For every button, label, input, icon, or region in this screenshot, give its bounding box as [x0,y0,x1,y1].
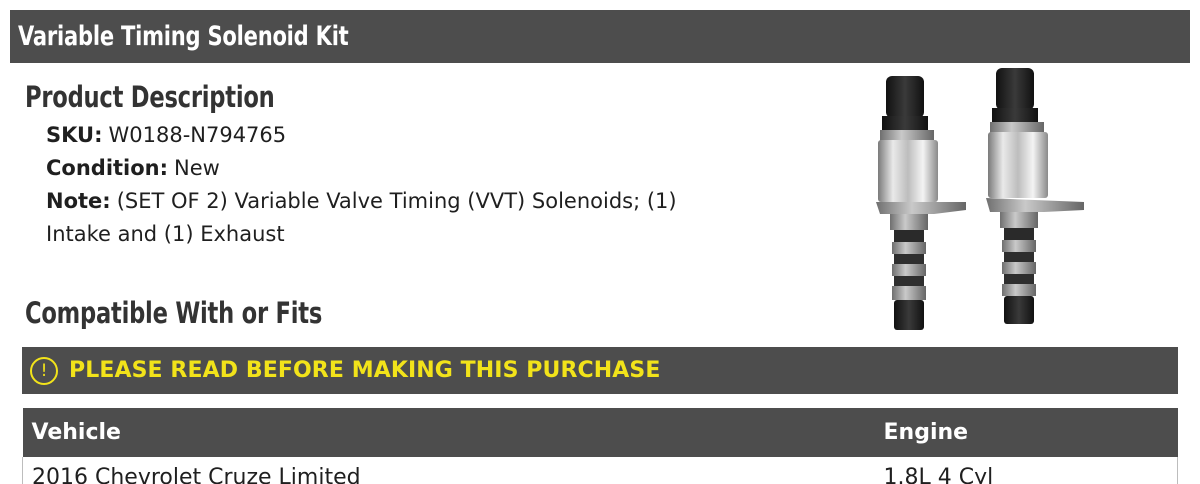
sku-value: W0188-N794765 [108,123,287,147]
note-row: Note: (SET OF 2) Variable Valve Timing (V… [46,185,746,251]
product-description-body: SKU: W0188-N794765 Condition: New Note: (SE… [46,119,746,251]
page-title: Variable Timing Solenoid Kit [18,21,349,52]
note-label: Note: [46,189,111,213]
fitment-table: Vehicle Engine 2016 Chevrolet Cruze Limi… [22,408,1178,484]
engine-cell: 1.8L 4 Cyl [874,457,1178,484]
purchase-notice-text: PLEASE READ BEFORE MAKING THIS PURCHASE [69,358,661,383]
solenoid-left [876,76,966,330]
product-image [876,68,1084,330]
exclamation-circle-icon: ! [30,356,58,385]
fitment-table-header-row: Vehicle Engine [22,408,1178,457]
product-description-heading: Product Description [25,80,275,114]
sku-label: SKU: [46,123,103,147]
table-row: 2016 Chevrolet Cruze Limited 1.8L 4 Cyl [22,457,1178,484]
compatibility-heading: Compatible With or Fits [25,296,323,330]
condition-row: Condition: New [46,152,746,185]
purchase-notice-banner[interactable]: ! PLEASE READ BEFORE MAKING THIS PURCHAS… [22,347,1178,394]
column-header-engine: Engine [874,408,1178,457]
condition-value: New [174,156,220,180]
note-value: (SET OF 2) Variable Valve Timing (VVT) S… [46,189,677,246]
vehicle-cell: 2016 Chevrolet Cruze Limited [22,457,875,484]
page-header-bar: Variable Timing Solenoid Kit [10,10,1190,63]
sku-row: SKU: W0188-N794765 [46,119,746,152]
column-header-vehicle: Vehicle [22,408,875,457]
condition-label: Condition: [46,156,169,180]
solenoid-right [986,68,1084,324]
